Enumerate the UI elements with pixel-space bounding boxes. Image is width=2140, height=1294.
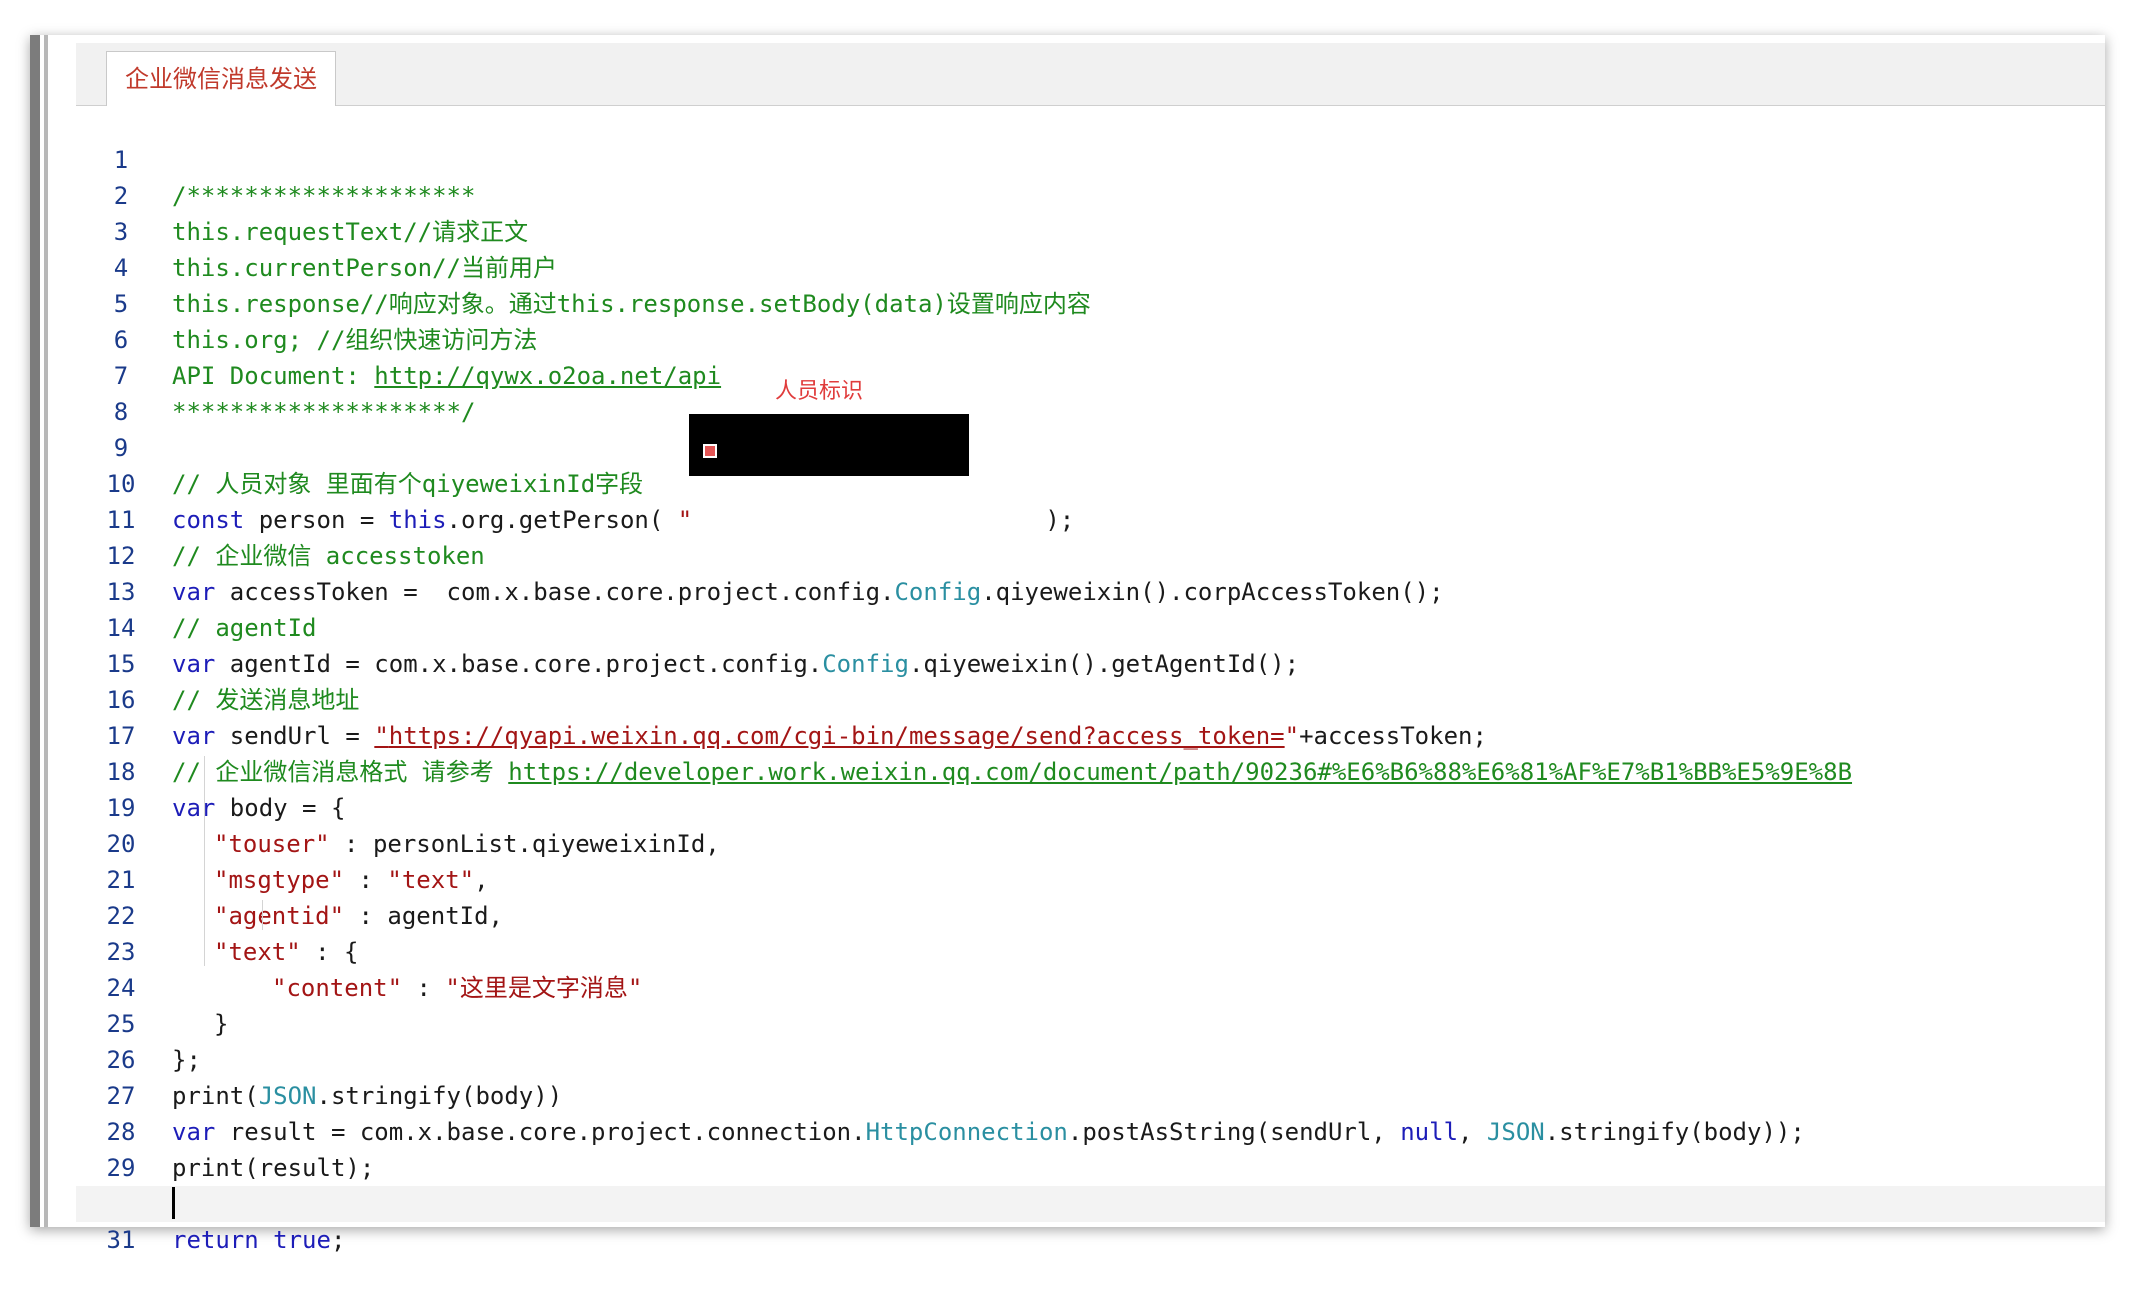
code-text: ;	[330, 1226, 346, 1254]
text-cursor	[172, 1187, 175, 1219]
code-line: 4 this.response//响应对象。通过this.response.se…	[76, 214, 2105, 318]
code-line: 10 const person = this.org.getPerson( " …	[76, 430, 2105, 534]
code-line: 22 "text" : {	[76, 862, 2105, 966]
keyword: true	[273, 1226, 331, 1254]
code-line: 21 "agentid" : agentId,	[76, 826, 2105, 930]
window-left-border	[30, 35, 40, 1227]
code-line: 25 };	[76, 970, 2105, 1074]
code-line: 1 /********************	[76, 106, 2105, 210]
code-line: 6 API Document: http://qywx.o2oa.net/api	[76, 286, 2105, 390]
code-line: 7 ********************/	[76, 322, 2105, 426]
code-line: 8	[76, 358, 2105, 426]
code-line: 13 // agentId	[76, 538, 2105, 642]
code-line: 28 print(result);	[76, 1078, 2105, 1182]
code-line: 18 var body = {	[76, 718, 2105, 822]
code-editor[interactable]: 1 /******************** 2 this.requestTe…	[76, 106, 2105, 1254]
code-line: 11 // 企业微信 accesstoken	[76, 466, 2105, 570]
code-line: 24 }	[76, 934, 2105, 1038]
window-left-border-inner	[44, 35, 48, 1227]
keyword: return	[172, 1226, 259, 1254]
code-line: 17 // 企业微信消息格式 请参考 https://developer.wor…	[76, 682, 2105, 786]
code-line: 26 print(JSON.stringify(body))	[76, 1006, 2105, 1110]
code-line: 30 return true;	[76, 1150, 2105, 1254]
code-line: 16 var sendUrl = "https://qyapi.weixin.q…	[76, 646, 2105, 750]
code-line: 20 "msgtype" : "text",	[76, 790, 2105, 894]
code-line: 27 var result = com.x.base.core.project.…	[76, 1042, 2105, 1146]
redaction-marker	[703, 444, 717, 458]
annotation-person-identifier: 人员标识	[775, 379, 864, 404]
code-line-current: 31	[76, 1186, 2105, 1254]
code-line: 9 // 人员对象 里面有个qiyeweixinId字段	[76, 394, 2105, 498]
tab-bar: 企业微信消息发送	[76, 43, 2105, 106]
redaction-box	[689, 414, 969, 476]
tab-enterprise-wechat-send[interactable]: 企业微信消息发送	[106, 51, 336, 106]
line-number: 31	[106, 1226, 136, 1254]
code-line: 2 this.requestText//请求正文	[76, 142, 2105, 246]
code-line: 5 this.org; //组织快速访问方法	[76, 250, 2105, 354]
code-line: 14 var agentId = com.x.base.core.project…	[76, 574, 2105, 678]
indent-guide	[204, 756, 205, 966]
editor-window: 企业微信消息发送 1 /******************** 2 this.…	[30, 35, 2105, 1254]
indent-guide	[262, 900, 263, 930]
code-line: 12 var accessToken = com.x.base.core.pro…	[76, 502, 2105, 606]
code-line: 23 "content" : "这里是文字消息"	[76, 898, 2105, 1002]
code-line: 29	[76, 1114, 2105, 1182]
code-line: 3 this.currentPerson//当前用户	[76, 178, 2105, 282]
code-line: 15 // 发送消息地址	[76, 610, 2105, 714]
code-line: 19 "touser" : personList.qiyeweixinId,	[76, 754, 2105, 858]
